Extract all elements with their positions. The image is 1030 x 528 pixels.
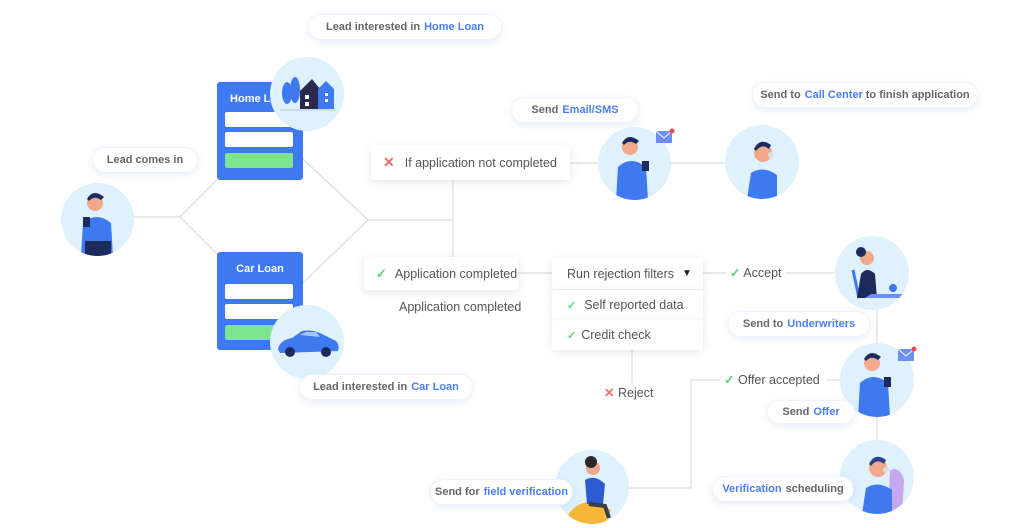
bubble-highlight: Home Loan	[424, 21, 485, 33]
card-text: Credit check	[581, 328, 651, 342]
bubble-home-loan: Lead interested in Home Loan	[308, 14, 502, 40]
bubble-prefix: Send	[531, 104, 559, 116]
card-text: Run rejection filters	[567, 266, 674, 281]
x-icon: ✕	[604, 386, 615, 400]
bubble-prefix: Lead interested in	[313, 381, 408, 393]
card-application-completed: ✓ Application completed	[364, 257, 518, 290]
woman-desk-icon	[851, 247, 905, 299]
house-icon	[280, 77, 336, 111]
bubble-highlight: Offer	[813, 406, 840, 418]
bubble-highlight: field verification	[483, 486, 568, 498]
call-center-agent-avatar	[725, 125, 799, 199]
bubble-highlight: Verification	[722, 483, 782, 495]
scheduling-agent-avatar	[840, 440, 914, 514]
check-icon: ✓	[567, 299, 577, 312]
bubble-prefix: Lead interested in	[325, 21, 421, 33]
bubble-prefix: Send	[782, 406, 810, 418]
edge-label-accept: ✓ Accept	[726, 265, 786, 280]
bubble-verification-scheduling: Verification scheduling	[712, 476, 854, 502]
filter-icon: ▼	[682, 268, 692, 279]
envelope-icon	[897, 346, 917, 361]
bubble-suffix: to finish application	[865, 89, 970, 101]
bubble-text: Lead comes in	[106, 154, 184, 166]
bubble-highlight: Email/SMS	[562, 104, 619, 116]
underwriter-avatar	[835, 236, 909, 310]
edge-label-offer-accepted: ✓ Offer accepted	[720, 372, 824, 387]
x-icon: ✕	[383, 154, 395, 170]
edge-text: Accept	[743, 266, 782, 280]
envelope-icon	[655, 128, 675, 143]
form-submit-button[interactable]	[225, 153, 293, 168]
bubble-lead-comes-in: Lead comes in	[92, 147, 198, 173]
form-title: Car Loan	[236, 263, 284, 275]
home-circle	[270, 57, 344, 131]
car-icon	[278, 330, 339, 357]
card-text: Self reported data	[584, 298, 684, 312]
car-circle	[270, 305, 344, 379]
headset-agent-icon	[747, 141, 777, 199]
bubble-car-loan: Lead interested in Car Loan	[299, 374, 473, 400]
bubble-highlight: Call Center	[804, 89, 863, 101]
card-credit-check: ✓ Credit check	[552, 320, 703, 350]
bubble-prefix: Send to	[742, 318, 784, 330]
form-input[interactable]	[225, 132, 293, 147]
card-run-rejection-filters: Run rejection filters ▼	[552, 258, 703, 289]
check-icon: ✓	[376, 265, 387, 281]
bubble-prefix: Send to	[760, 89, 801, 101]
bubble-call-center: Send to Call Center to finish applicatio…	[752, 82, 978, 108]
card-text: If application not completed	[404, 155, 557, 170]
check-icon: ✓	[730, 266, 741, 280]
bubble-underwriters: Send to Underwriters	[728, 311, 870, 337]
headset-agent-icon	[862, 456, 904, 514]
form-input[interactable]	[225, 284, 293, 299]
card-self-reported-data: ✓ Self reported data	[552, 290, 703, 320]
bubble-email-sms: Send Email/SMS	[511, 97, 639, 123]
card-text: Application completed	[394, 266, 518, 281]
lead-person-avatar	[61, 183, 134, 256]
bubble-prefix: Send for	[435, 486, 480, 498]
bubble-field-verification: Send for field verification	[430, 479, 573, 505]
edge-text: Reject	[617, 386, 654, 400]
bubble-highlight: Car Loan	[411, 381, 459, 393]
bubble-send-offer: Send Offer	[767, 400, 855, 424]
bubble-suffix: scheduling	[785, 483, 844, 495]
edge-text: Offer accepted	[737, 373, 820, 387]
edge-label-reject: ✕ Reject	[600, 385, 658, 400]
check-icon: ✓	[724, 373, 735, 387]
application-completed-label: Application completed	[395, 300, 526, 314]
bubble-highlight: Underwriters	[787, 318, 856, 330]
person-phone-icon	[81, 192, 113, 256]
check-icon: ✓	[567, 329, 577, 342]
card-application-not-completed: ✕ If application not completed	[371, 145, 570, 180]
